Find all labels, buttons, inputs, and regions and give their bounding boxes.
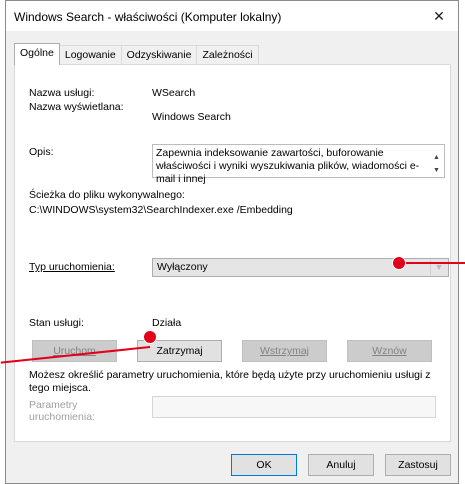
- service-name-value: WSearch: [152, 87, 196, 99]
- callout-marker-startup: [392, 256, 406, 270]
- display-name-value: Windows Search: [152, 111, 231, 123]
- exe-path-label: Ścieżka do pliku wykonywalnego:: [29, 189, 185, 201]
- close-icon[interactable]: ✕: [420, 1, 458, 31]
- tab-strip: Ogólne Logowanie Odzyskiwanie Zależności: [14, 43, 259, 65]
- callout-line-startup: [405, 262, 465, 264]
- params-label: Parametry uruchomienia:: [29, 399, 95, 423]
- callout-marker-stop: [143, 330, 157, 344]
- exe-path-value: C:\WINDOWS\system32\SearchIndexer.exe /E…: [29, 204, 293, 216]
- apply-button[interactable]: Zastosuj: [385, 454, 451, 476]
- scroll-up-icon[interactable]: ▲: [433, 151, 440, 164]
- description-text: Zapewnia indeksowanie zawartości, buforo…: [156, 147, 420, 185]
- window-title: Windows Search - właściwości (Komputer l…: [14, 10, 282, 24]
- service-name-label: Nazwa usługi:: [29, 87, 95, 99]
- startup-type-value: Wyłączony: [157, 261, 208, 273]
- pause-button[interactable]: Wstrzymaj: [242, 340, 327, 362]
- description-box[interactable]: Zapewnia indeksowanie zawartości, buforo…: [152, 144, 445, 185]
- display-name-label: Nazwa wyświetlana:: [29, 101, 124, 113]
- tab-general[interactable]: Ogólne: [14, 43, 60, 65]
- tab-logon[interactable]: Logowanie: [58, 45, 122, 65]
- params-input[interactable]: [152, 396, 436, 418]
- cancel-button[interactable]: Anuluj: [308, 454, 374, 476]
- description-label: Opis:: [29, 146, 54, 158]
- ok-button[interactable]: OK: [231, 454, 297, 476]
- scroll-down-icon[interactable]: ▼: [433, 164, 440, 177]
- title-bar: Windows Search - właściwości (Komputer l…: [6, 1, 458, 31]
- resume-button[interactable]: Wznów: [347, 340, 432, 362]
- description-scrollbar[interactable]: ▲ ▼: [430, 145, 444, 177]
- status-label: Stan usługi:: [29, 317, 84, 329]
- status-value: Działa: [152, 317, 182, 329]
- tab-recovery[interactable]: Odzyskiwanie: [120, 45, 198, 65]
- params-info-text: Możesz określić parametry uruchomienia, …: [29, 369, 431, 394]
- startup-type-label: Typ uruchomienia:: [29, 261, 115, 273]
- tab-dependencies[interactable]: Zależności: [196, 45, 259, 65]
- service-properties-dialog: Windows Search - właściwości (Komputer l…: [5, 0, 459, 484]
- general-panel: Nazwa usługi: WSearch Nazwa wyświetlana:…: [14, 64, 451, 442]
